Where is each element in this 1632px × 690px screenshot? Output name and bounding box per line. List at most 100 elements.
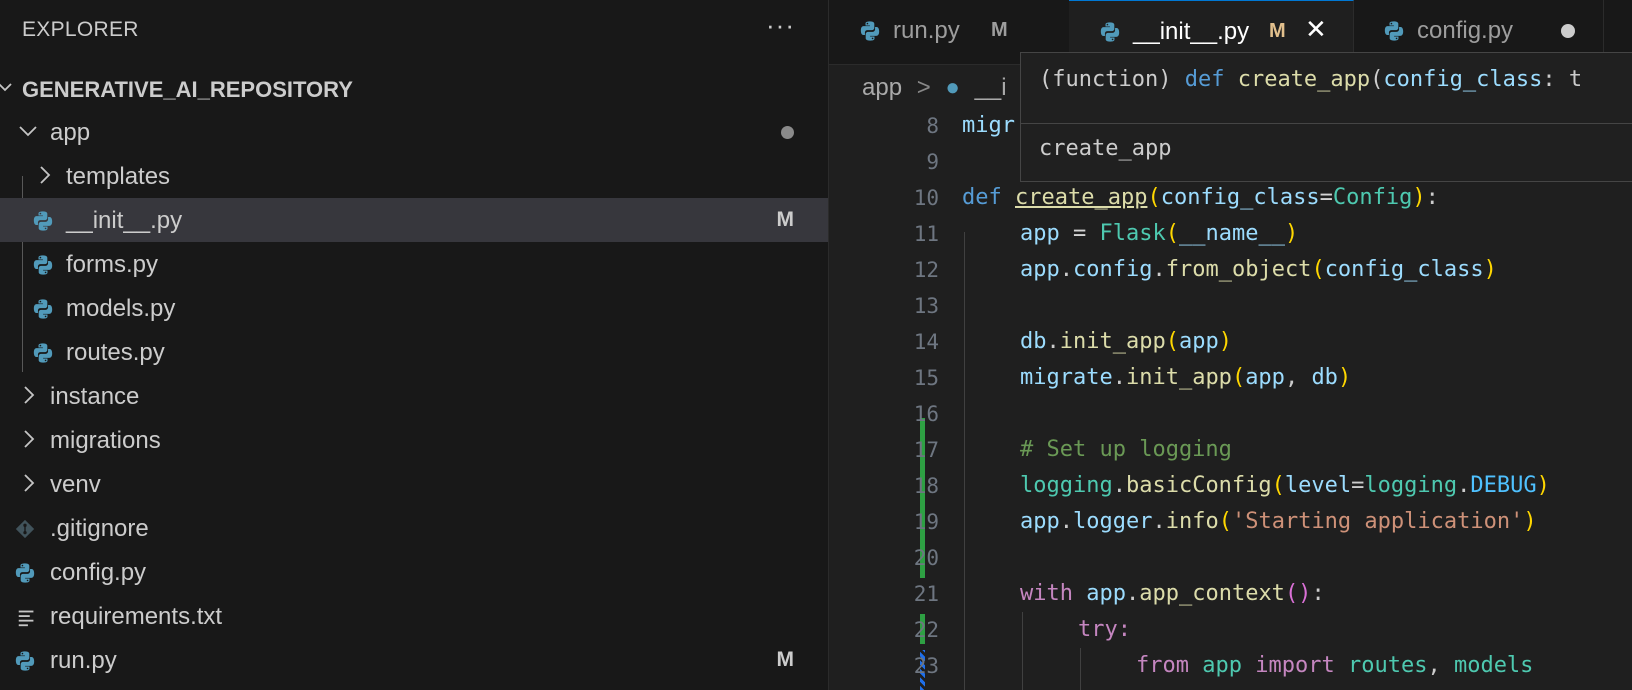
chevron-right-icon — [22, 384, 36, 406]
code-token: basicConfig — [1125, 473, 1272, 498]
code-token: app — [1245, 365, 1285, 390]
code-line-17[interactable]: # Set up logging — [1020, 437, 1232, 462]
python-file-icon — [1384, 21, 1404, 41]
code-line-10[interactable]: def create_app(config_class=Config): — [962, 185, 1439, 210]
hover-keyword: def — [1184, 67, 1225, 92]
folder-migrations[interactable]: migrations — [0, 418, 828, 462]
file-label: models.py — [66, 295, 176, 322]
chevron-down-icon — [18, 120, 38, 140]
folder-instance[interactable]: instance — [0, 374, 828, 418]
hover-kind: (function) — [1039, 67, 1185, 92]
code-token: config_class — [1160, 185, 1320, 210]
code-line-14[interactable]: db.init_app(app) — [1020, 329, 1232, 354]
code-line-23[interactable]: from app import routes, models — [1136, 653, 1533, 678]
modified-badge: M — [991, 19, 1008, 41]
indent-guide — [964, 232, 965, 690]
line-number: 9 — [926, 150, 939, 174]
code-token: with — [1020, 581, 1073, 606]
code-line-22[interactable]: try: — [1078, 617, 1131, 642]
hover-rest: : t — [1542, 67, 1583, 92]
hover-divider — [1021, 123, 1632, 124]
line-number: 12 — [913, 258, 939, 282]
folder-venv[interactable]: venv — [0, 462, 828, 506]
python-file-icon — [860, 21, 880, 41]
chevron-right-icon — [38, 164, 52, 186]
code-token: app — [1020, 509, 1060, 534]
folder-label: migrations — [50, 427, 161, 454]
code-line-8[interactable]: migr — [962, 113, 1015, 138]
file-run-py[interactable]: run.py M — [0, 638, 828, 682]
file-label: .gitignore — [50, 515, 149, 542]
line-number: 8 — [926, 114, 939, 138]
code-token: from — [1136, 653, 1189, 678]
breadcrumb-item-app[interactable]: app — [862, 74, 902, 101]
code-line-21[interactable]: with app.app_context(): — [1020, 581, 1325, 606]
tab-label: __init__.py — [1133, 18, 1250, 45]
line-number: 15 — [913, 366, 939, 390]
line-number: 21 — [913, 582, 939, 606]
code-line-15[interactable]: migrate.init_app(app, db) — [1020, 365, 1351, 390]
line-number: 16 — [913, 402, 939, 426]
git-file-icon — [15, 519, 35, 539]
file-routes-py[interactable]: routes.py — [0, 330, 828, 374]
code-token: 'Starting application' — [1231, 509, 1524, 534]
python-file-icon — [15, 651, 35, 671]
line-number: 20 — [913, 546, 939, 570]
code-token: create_app — [1015, 185, 1148, 210]
file-label: forms.py — [66, 251, 159, 278]
line-number: 13 — [913, 294, 939, 318]
line-number: 23 — [913, 654, 939, 678]
code-token: def — [962, 185, 1002, 210]
indent-guide — [1022, 612, 1023, 690]
code-line-11[interactable]: app = Flask(__name__) — [1020, 221, 1298, 246]
explorer-root-folder[interactable]: GENERATIVE_AI_REPOSITORY — [0, 66, 828, 110]
code-token: routes — [1347, 653, 1428, 678]
code-token: : — [1425, 185, 1439, 210]
file-config-py[interactable]: config.py — [0, 550, 828, 594]
code-line-18[interactable]: logging.basicConfig(level=logging.DEBUG) — [1020, 473, 1550, 498]
code-token: __name__ — [1178, 221, 1285, 246]
file-label: config.py — [50, 559, 147, 586]
file-gitignore[interactable]: .gitignore — [0, 506, 828, 550]
python-file-icon — [1100, 22, 1120, 42]
tab-label: run.py — [893, 17, 960, 44]
indent-guide — [1080, 648, 1081, 690]
python-file-icon — [33, 211, 53, 231]
chevron-down-icon — [0, 76, 12, 96]
code-token: level — [1284, 473, 1352, 498]
breadcrumb-item-file[interactable]: __i — [975, 74, 1007, 101]
folder-templates[interactable]: templates — [0, 154, 828, 198]
code-token: info — [1165, 509, 1219, 534]
file-label: routes.py — [66, 339, 165, 366]
modified-dot-icon — [781, 126, 794, 139]
code-token: config_class — [1324, 257, 1484, 282]
file-label: __init__.py — [66, 207, 183, 234]
file-init-py[interactable]: __init__.py M — [0, 198, 828, 242]
folder-label: templates — [66, 163, 171, 190]
chevron-right-icon — [22, 428, 36, 450]
python-file-icon — [15, 563, 35, 583]
code-token: Flask — [1099, 221, 1166, 246]
close-icon[interactable]: ✕ — [1305, 14, 1327, 45]
folder-app[interactable]: app — [0, 110, 828, 154]
chevron-right-icon — [22, 472, 36, 494]
code-line-19[interactable]: app.logger.info('Starting application') — [1020, 509, 1537, 534]
code-token: logging — [1020, 473, 1113, 498]
code-line-12[interactable]: app.config.from_object(config_class) — [1020, 257, 1497, 282]
file-requirements-txt[interactable]: requirements.txt — [0, 594, 828, 638]
hover-param: config_class — [1383, 67, 1543, 92]
modified-badge: M — [776, 208, 795, 231]
code-token: app_context — [1139, 581, 1285, 606]
code-token: migrate — [1020, 365, 1113, 390]
file-models-py[interactable]: models.py — [0, 286, 828, 330]
folder-label: venv — [50, 471, 101, 498]
line-number: 18 — [913, 474, 939, 498]
line-number: 22 — [913, 618, 939, 642]
breadcrumb-file-icon: ● — [945, 74, 960, 101]
python-file-icon — [33, 343, 53, 363]
unsaved-dot-icon — [1561, 24, 1575, 38]
code-token: app — [1178, 329, 1219, 354]
file-forms-py[interactable]: forms.py — [0, 242, 828, 286]
more-actions-icon[interactable]: ··· — [766, 10, 795, 41]
code-token: = — [1059, 221, 1100, 246]
